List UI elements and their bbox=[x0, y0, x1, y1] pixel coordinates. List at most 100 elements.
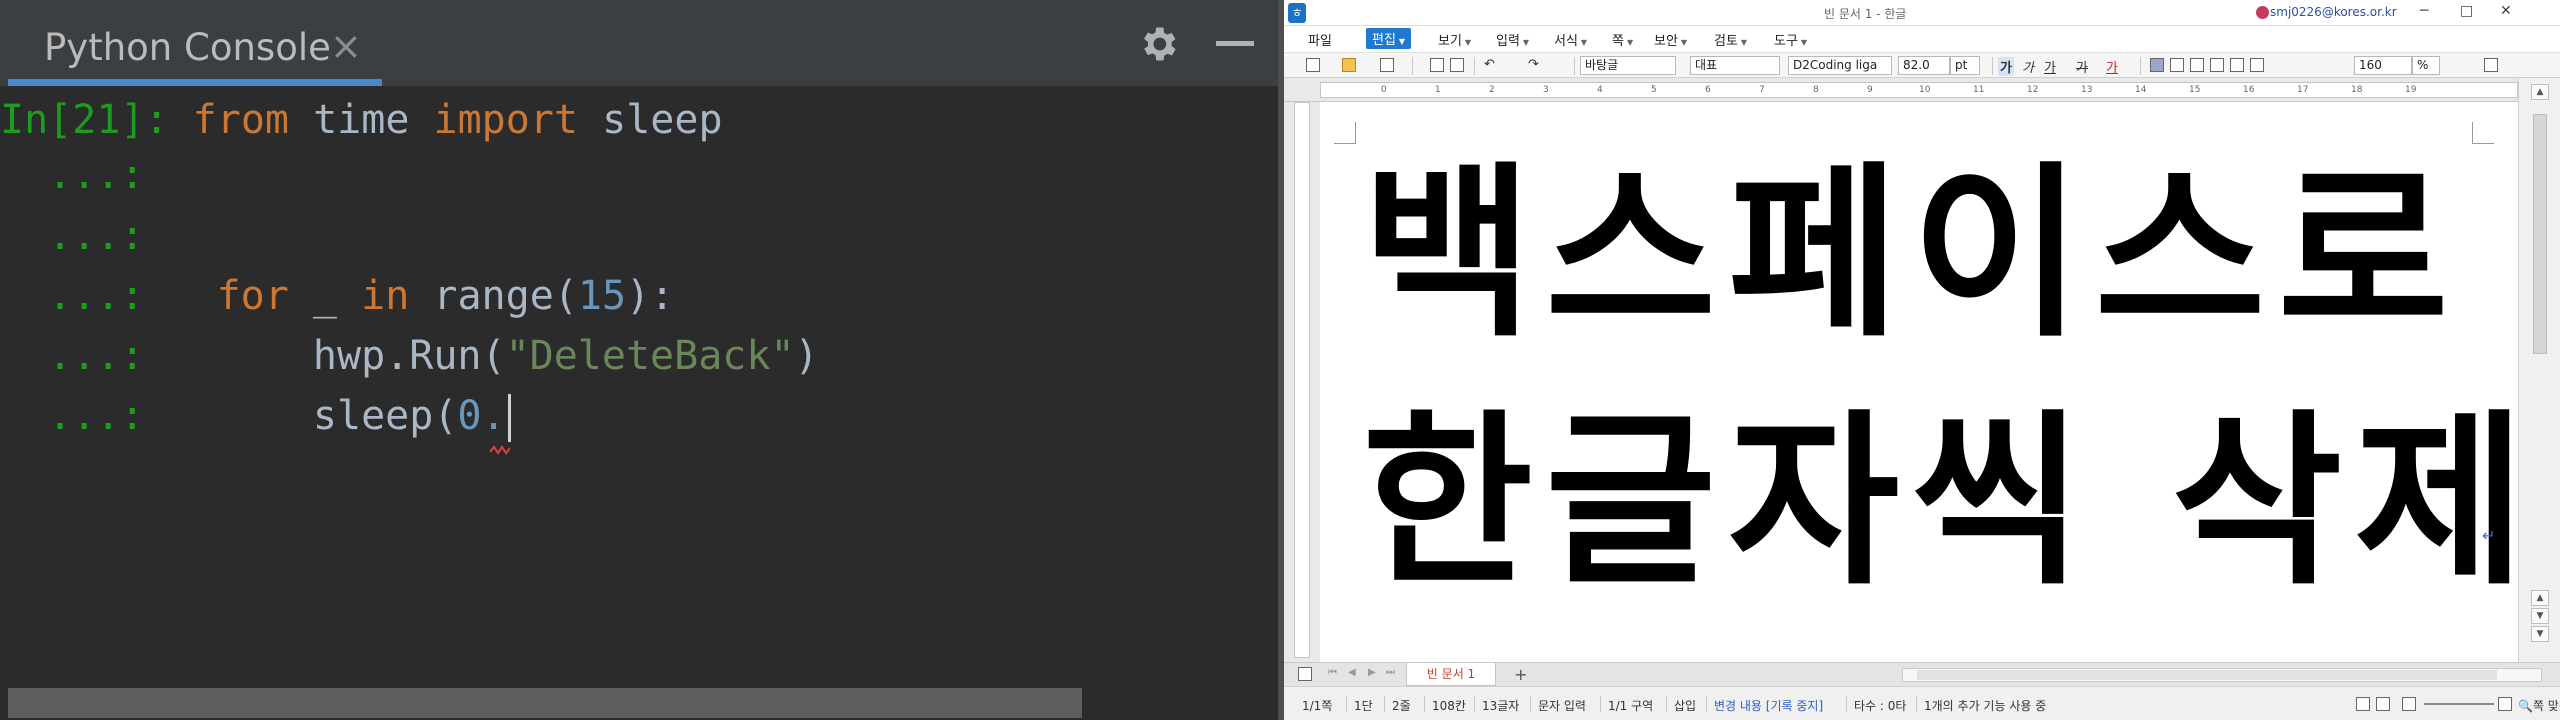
status-insert-mode[interactable]: 삽입 bbox=[1674, 697, 1696, 714]
view-page-icon[interactable] bbox=[2376, 697, 2390, 711]
document-area[interactable]: 백스페이스로 한글자씩 삭제 ↵ bbox=[1320, 102, 2518, 662]
status-addons[interactable]: 1개의 추가 기능 사용 중 bbox=[1924, 697, 2046, 714]
view-normal-icon[interactable] bbox=[2356, 697, 2370, 711]
menu-format[interactable]: 서식 ▼ bbox=[1554, 30, 1587, 49]
page-down-icon[interactable]: ▼ bbox=[2531, 626, 2549, 642]
menu-security[interactable]: 보안 ▼ bbox=[1654, 30, 1687, 49]
font-size-input[interactable]: 82.0 bbox=[1898, 56, 1950, 75]
chevron-down-icon: ▼ bbox=[1580, 38, 1588, 47]
align-right-icon[interactable] bbox=[2210, 58, 2224, 72]
document-text-line-1[interactable]: 백스페이스로 bbox=[1320, 154, 2518, 354]
user-avatar[interactable] bbox=[2256, 6, 2269, 19]
align-center-icon[interactable] bbox=[2190, 58, 2204, 72]
menu-page[interactable]: 쪽 ▼ bbox=[1612, 30, 1633, 49]
first-tab-icon[interactable]: ⏮ bbox=[1328, 667, 1337, 678]
status-input-mode[interactable]: 문자 입력 bbox=[1538, 697, 1586, 714]
toolbar-separator bbox=[1992, 57, 1993, 75]
status-page: 1/1쪽 bbox=[1302, 699, 1333, 713]
horizontal-scrollbar[interactable] bbox=[1902, 668, 2542, 682]
zoom-slider[interactable] bbox=[2424, 703, 2494, 705]
line-spacing-input[interactable]: 160 bbox=[2354, 56, 2412, 75]
last-tab-icon[interactable]: ⏭ bbox=[1386, 667, 1395, 678]
prev-tab-icon[interactable]: ◀ bbox=[1348, 667, 1356, 678]
ruler-number: 1 bbox=[1435, 85, 1441, 95]
user-account[interactable]: smj0226@kores.or.kr bbox=[2270, 5, 2397, 19]
undo-icon[interactable]: ↶ bbox=[1484, 57, 1495, 72]
scrollbar-thumb[interactable] bbox=[1917, 670, 2497, 680]
redo-icon[interactable]: ↷ bbox=[1528, 57, 1539, 72]
menu-tools[interactable]: 도구 ▼ bbox=[1774, 30, 1807, 49]
status-separator bbox=[1474, 696, 1475, 712]
align-divide-icon[interactable] bbox=[2250, 58, 2264, 72]
italic-button[interactable]: 가 bbox=[2022, 57, 2034, 76]
close-window-icon[interactable]: ✕ bbox=[2500, 3, 2512, 19]
maximize-window-icon[interactable]: □ bbox=[2460, 3, 2473, 19]
menu-review[interactable]: 검토 ▼ bbox=[1714, 30, 1747, 49]
console-editor[interactable]: In[21]: from time import sleep ...: ...:… bbox=[0, 86, 1278, 686]
font-color-button[interactable]: 가 bbox=[2106, 57, 2118, 76]
line-spacing-unit[interactable]: % bbox=[2412, 56, 2440, 75]
font-select[interactable]: D2Coding liga bbox=[1788, 56, 1892, 75]
vertical-ruler[interactable] bbox=[1284, 102, 1320, 662]
close-icon[interactable]: × bbox=[330, 24, 362, 68]
scroll-up-icon[interactable]: ▲ bbox=[2531, 84, 2549, 100]
menu-edit[interactable]: 편집 ▼ bbox=[1366, 28, 1412, 49]
console-horizontal-scrollbar[interactable] bbox=[0, 686, 1278, 720]
status-track-changes[interactable]: 변경 내용 [기록 중지] bbox=[1714, 697, 1823, 714]
scrollbar-thumb[interactable] bbox=[2533, 114, 2547, 354]
underline-button[interactable]: 가 bbox=[2044, 57, 2056, 76]
status-area: 1/1 구역 bbox=[1608, 699, 1654, 713]
document-page[interactable]: 백스페이스로 한글자씩 삭제 ↵ bbox=[1320, 102, 2518, 662]
ruler-number: 0 bbox=[1381, 85, 1387, 95]
print-icon[interactable] bbox=[1430, 58, 1444, 72]
tab-python-console[interactable]: Python Console × bbox=[8, 0, 382, 86]
next-tab-icon[interactable]: ▶ bbox=[1368, 667, 1376, 678]
status-separator bbox=[1530, 696, 1531, 712]
status-separator bbox=[1846, 696, 1847, 712]
menu-insert[interactable]: 입력 ▼ bbox=[1496, 30, 1529, 49]
zoom-out-icon[interactable] bbox=[2402, 697, 2416, 711]
zoom-in-icon[interactable] bbox=[2498, 697, 2512, 711]
preview-icon[interactable] bbox=[1450, 58, 1464, 72]
hwp-logo-icon[interactable]: ㅎ bbox=[1288, 3, 1306, 23]
code-line-6: ...: sleep(0. bbox=[48, 386, 511, 446]
add-tab-button[interactable]: + bbox=[1514, 665, 1527, 684]
ruler-number: 4 bbox=[1597, 85, 1603, 95]
error-squiggle-icon bbox=[490, 445, 510, 455]
scroll-down-icon[interactable]: ▼ bbox=[2531, 608, 2549, 624]
save-icon[interactable] bbox=[1380, 58, 1394, 72]
page-corner-mark bbox=[2472, 122, 2494, 144]
menu-file[interactable]: 파일 bbox=[1308, 30, 1332, 49]
strikethrough-button[interactable]: 가 bbox=[2076, 57, 2088, 76]
scrollbar-thumb[interactable] bbox=[8, 688, 1082, 718]
align-distribute-icon[interactable] bbox=[2230, 58, 2244, 72]
page-corner-mark bbox=[1334, 122, 1356, 144]
gear-icon[interactable] bbox=[1136, 22, 1180, 66]
zoom-fit-button[interactable]: 🔍쪽 맞춤 bbox=[2518, 697, 2560, 714]
ruler-number: 12 bbox=[2027, 85, 2039, 95]
status-separator bbox=[1346, 696, 1347, 712]
title-bar: ㅎ 빈 문서 1 - 한글 smj0226@kores.or.kr ─ □ ✕ bbox=[1284, 0, 2560, 26]
scroll-up-icon[interactable]: ▲ bbox=[2531, 590, 2549, 606]
style-select[interactable]: 바탕글 bbox=[1580, 56, 1676, 75]
chevron-down-icon: ▼ bbox=[1800, 38, 1808, 47]
document-text-line-2[interactable]: 한글자씩 삭제 bbox=[1320, 402, 2518, 602]
horizontal-ruler[interactable]: 0 1 2 3 4 5 6 7 8 9 10 11 12 13 14 15 16… bbox=[1284, 78, 2560, 102]
font-unit-select[interactable]: pt bbox=[1950, 56, 1980, 75]
menu-bar: 파일 편집 ▼ 보기 ▼ 입력 ▼ 서식 ▼ 쪽 ▼ 보안 ▼ 검토 ▼ 도구 ▼ bbox=[1284, 26, 2560, 52]
more-tools-icon[interactable] bbox=[2484, 58, 2498, 72]
bold-button[interactable]: 가 bbox=[1998, 57, 2014, 76]
minimize-icon[interactable] bbox=[1216, 41, 1254, 46]
align-left-icon[interactable] bbox=[2170, 58, 2184, 72]
language-select[interactable]: 대표 bbox=[1690, 56, 1780, 75]
vertical-scrollbar[interactable]: ▲ ▲ ▼ ▼ bbox=[2518, 78, 2560, 662]
document-tab-bar: ⏮ ◀ ▶ ⏭ 빈 문서 1 + bbox=[1284, 662, 2560, 686]
tab-list-icon[interactable] bbox=[1298, 667, 1312, 681]
new-document-icon[interactable] bbox=[1306, 58, 1320, 72]
tab-document-1[interactable]: 빈 문서 1 bbox=[1406, 663, 1496, 686]
align-justify-icon[interactable] bbox=[2150, 58, 2164, 72]
menu-view[interactable]: 보기 ▼ bbox=[1438, 30, 1471, 49]
chevron-down-icon: ▼ bbox=[1522, 38, 1530, 47]
minimize-window-icon[interactable]: ─ bbox=[2420, 3, 2428, 19]
open-folder-icon[interactable] bbox=[1342, 58, 1356, 72]
